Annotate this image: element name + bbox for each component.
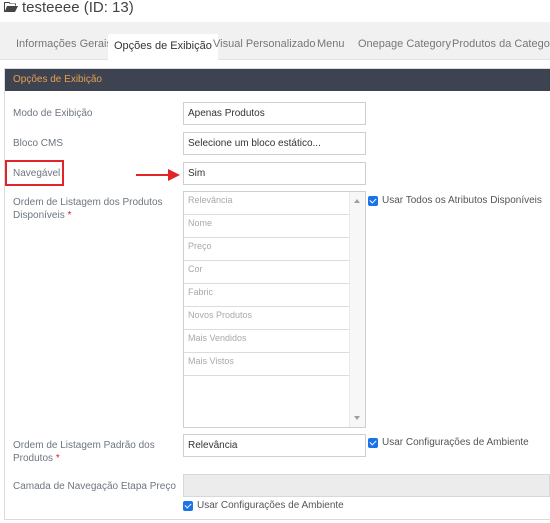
sort-option[interactable]: Cor (184, 261, 350, 284)
use-all-attributes-label: Usar Todos os Atributos Disponíveis (382, 195, 542, 206)
tab-opcoes-de-exibicao[interactable]: Opções de Exibição (108, 34, 218, 60)
sort-option[interactable]: Fabric (184, 284, 350, 307)
tab-informacoes-gerais[interactable]: Informações Gerais (16, 32, 112, 56)
sort-option[interactable]: Preço (184, 238, 350, 261)
panel-header: Opções de Exibição (5, 69, 550, 91)
folder-open-icon (4, 2, 18, 12)
default-sort-use-config-label: Usar Configurações de Ambiente (382, 437, 529, 448)
checkbox-checked-icon[interactable] (368, 195, 378, 206)
default-sort-label-text: Ordem de Listagem Padrão dos Produtos (13, 440, 155, 464)
available-sort-label-text: Ordem de Listagem dos Produtos Disponíve… (13, 197, 163, 221)
annotation-highlight-box (5, 160, 64, 186)
layered-nav-input[interactable] (183, 474, 550, 497)
use-all-attributes-checkbox[interactable]: Usar Todos os Atributos Disponíveis (368, 195, 542, 206)
sort-option[interactable]: Relevância (184, 192, 350, 215)
default-sort-label: Ordem de Listagem Padrão dos Produtos * (13, 439, 173, 465)
available-sort-multiselect[interactable]: Relevância Nome Preço Cor Fabric Novos P… (183, 191, 366, 428)
sort-option[interactable]: Mais Vistos (184, 353, 350, 376)
display-mode-label: Modo de Exibição (13, 108, 93, 119)
title-bar: testeeee (ID: 13) (0, 0, 550, 22)
checkbox-checked-icon[interactable] (183, 500, 193, 511)
tab-visual-personalizado[interactable]: Visual Personalizado (213, 32, 316, 56)
display-mode-select[interactable]: Apenas Produtos (183, 102, 366, 125)
sort-option[interactable]: Novos Produtos (184, 307, 350, 330)
sort-option[interactable]: Mais Vendidos (184, 330, 350, 353)
default-sort-use-config-checkbox[interactable]: Usar Configurações de Ambiente (368, 437, 529, 448)
multiselect-scrollbar[interactable] (349, 192, 365, 427)
page-title: testeeee (ID: 13) (22, 0, 134, 16)
anchor-select[interactable]: Sim (183, 162, 366, 185)
required-mark: * (55, 453, 60, 464)
layered-nav-use-config-label: Usar Configurações de Ambiente (197, 500, 344, 511)
required-mark: * (67, 210, 72, 221)
tab-menu[interactable]: Menu (317, 32, 345, 56)
cms-block-select[interactable]: Selecione um bloco estático... (183, 132, 366, 155)
available-sort-label: Ordem de Listagem dos Produtos Disponíve… (13, 196, 173, 222)
annotation-arrow-icon (136, 169, 180, 181)
tab-produtos-da-categoria[interactable]: Produtos da Categoria (452, 32, 550, 56)
layered-nav-use-config-checkbox[interactable]: Usar Configurações de Ambiente (183, 500, 344, 511)
checkbox-checked-icon[interactable] (368, 437, 378, 448)
cms-block-label: Bloco CMS (13, 138, 64, 149)
scroll-up-icon[interactable] (354, 199, 360, 203)
layered-nav-label: Camada de Navegação Etapa Preço (13, 481, 176, 492)
sort-option[interactable]: Nome (184, 215, 350, 238)
default-sort-select[interactable]: Relevância (183, 434, 366, 457)
tab-onepage-category[interactable]: Onepage Category (358, 32, 451, 56)
scroll-down-icon[interactable] (354, 416, 360, 420)
tab-bar: Informações Gerais Opções de Exibição Vi… (0, 22, 550, 60)
